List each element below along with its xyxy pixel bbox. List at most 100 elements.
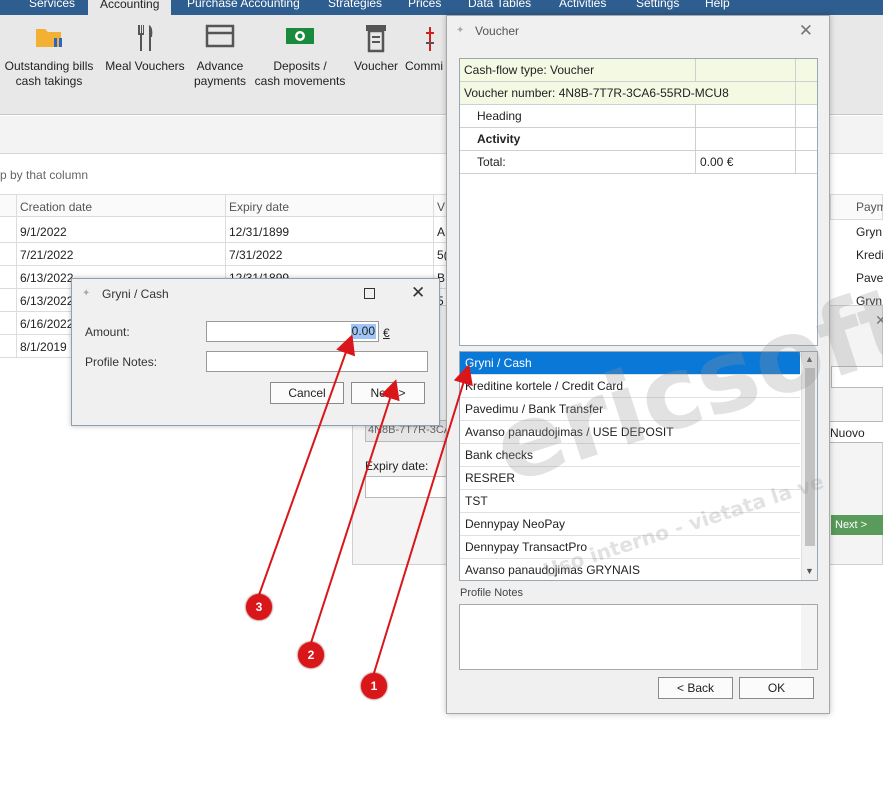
payment-method-list[interactable]: Gryni / Cash Kreditine kortele / Credit … — [459, 351, 818, 581]
list-item[interactable]: Dennypay NeoPay — [460, 513, 800, 536]
column-header-payment[interactable]: Paym — [856, 200, 883, 214]
commission-button[interactable]: Commi — [405, 23, 446, 74]
folder-icon — [0, 23, 98, 53]
voucher-window: ✦ Voucher ✕ Cash-flow type: Voucher Vouc… — [446, 15, 830, 714]
cell-creation-date: 6/13/2022 — [20, 294, 74, 308]
table-row: Total: 0.00 € — [460, 151, 817, 174]
list-item[interactable]: Dennypay TransactPro — [460, 536, 800, 559]
banknote-icon — [253, 23, 347, 53]
step-badge: 2 — [298, 642, 324, 668]
table-row: Cash-flow type: Voucher — [460, 59, 817, 82]
maximize-icon[interactable] — [364, 288, 375, 299]
cell-creation-date: 6/16/2022 — [20, 317, 74, 331]
wallet-icon — [192, 23, 248, 53]
cash-amount-dialog: ✦ Gryni / Cash ✕ Amount: 0.00 € Profile … — [71, 278, 440, 426]
list-item[interactable]: Pavedimu / Bank Transfer — [460, 398, 800, 421]
table-row: Heading — [460, 105, 817, 128]
status-field[interactable]: Nuovo — [823, 421, 883, 443]
ribbon-label: Meal Vouchers — [105, 59, 185, 73]
list-item[interactable]: Avanso panaudojimas / USE DEPOSIT — [460, 421, 800, 444]
menu-purchase-accounting[interactable]: Purchase Accounting — [187, 0, 300, 10]
ribbon-label: Advance — [196, 59, 244, 73]
list-item[interactable]: Gryni / Cash — [460, 352, 800, 375]
ribbon-label: Voucher — [353, 59, 399, 73]
cell-v: A — [437, 225, 446, 239]
menu-strategies[interactable]: Strategies — [328, 0, 382, 10]
cell-creation-date: 6/13/2022 — [20, 271, 74, 285]
table-row[interactable]: 9/1/2022 12/31/1899 A — [0, 220, 446, 243]
commission-icon — [405, 23, 446, 53]
cell-creation-date: 8/1/2019 — [20, 340, 67, 354]
total-label: Total: — [477, 155, 506, 169]
expiry-date-label: Expiry date: — [365, 459, 429, 473]
group-by-hint: p by that column — [0, 168, 89, 182]
amount-input[interactable]: 0.00 — [206, 321, 379, 342]
cancel-button[interactable]: Cancel — [270, 382, 344, 404]
grid-divider — [16, 194, 17, 358]
menu-settings[interactable]: Settings — [636, 0, 679, 10]
activity-label: Activity — [477, 132, 521, 146]
column-header-v[interactable]: V — [437, 200, 445, 214]
chevron-down-icon[interactable]: ▼ — [805, 566, 814, 576]
profile-notes-label: Profile Notes — [460, 587, 523, 599]
amount-value: 0.00 — [350, 324, 376, 339]
list-scrollbar[interactable]: ▲ ▼ — [801, 352, 817, 580]
cell-creation-date: 7/21/2022 — [20, 248, 74, 262]
profile-notes-label: Profile Notes: — [85, 355, 158, 369]
next-button[interactable]: Next > — [351, 382, 425, 404]
deposits-button[interactable]: Deposits / cash movements — [253, 23, 347, 89]
ribbon-label: Deposits / — [273, 59, 327, 73]
list-item[interactable]: Avanso panaudojimas GRYNAIS — [460, 559, 800, 580]
advance-payments-button[interactable]: Advance payments — [192, 23, 248, 89]
menu-help[interactable]: Help — [705, 0, 730, 10]
voucher-number: Voucher number: 4N8B-7T7R-3CA6-55RD-MCU8 — [464, 86, 729, 100]
column-header-creation-date[interactable]: Creation date — [20, 200, 92, 214]
expiry-date-field[interactable] — [365, 476, 447, 498]
profile-notes-input[interactable] — [206, 351, 428, 372]
ribbon-label: cash takings — [15, 74, 83, 88]
profile-notes-textarea[interactable] — [459, 604, 818, 670]
heading-label: Heading — [477, 109, 522, 123]
table-row: Activity — [460, 128, 817, 151]
table-row[interactable]: 7/21/2022 7/31/2022 5( — [0, 243, 448, 266]
menu-accounting[interactable]: Accounting — [88, 0, 172, 15]
list-item[interactable]: Bank checks — [460, 444, 800, 467]
step-badge: 1 — [361, 673, 387, 699]
menu-prices[interactable]: Prices — [408, 0, 441, 10]
close-icon[interactable]: ✕ — [875, 312, 883, 329]
ribbon-label: cash movements — [254, 74, 346, 88]
voucher-summary-table: Cash-flow type: Voucher Voucher number: … — [459, 58, 818, 346]
list-item[interactable]: RESRER — [460, 467, 800, 490]
cell-payment: Pave — [856, 271, 883, 285]
list-item[interactable]: TST — [460, 490, 800, 513]
menu-services[interactable]: Services — [29, 0, 75, 10]
window-title: Voucher — [475, 24, 520, 38]
back-button[interactable]: < Back — [658, 677, 733, 699]
scrollbar-thumb[interactable] — [805, 368, 815, 546]
meal-vouchers-button[interactable]: Meal Vouchers — [101, 23, 189, 74]
chevron-up-icon[interactable]: ▲ — [805, 354, 814, 364]
ribbon-label: Commi — [405, 59, 443, 73]
total-value: 0.00 € — [700, 155, 734, 169]
fork-knife-icon — [101, 23, 189, 53]
table-row: Voucher number: 4N8B-7T7R-3CA6-55RD-MCU8 — [460, 82, 817, 105]
menu-data-tables[interactable]: Data Tables — [468, 0, 531, 10]
cell-payment: Kredi — [856, 248, 883, 262]
next-button[interactable]: Next > — [831, 515, 883, 535]
voucher-ribbon-button[interactable]: Voucher — [350, 23, 402, 74]
outstanding-bills-button[interactable]: Outstanding bills cash takings — [0, 23, 98, 89]
grid-header: Creation date Expiry date V — [0, 194, 446, 217]
close-icon[interactable]: ✕ — [799, 21, 813, 41]
cell-creation-date: 9/1/2022 — [20, 225, 67, 239]
cash-flow-type: Cash-flow type: Voucher — [464, 63, 595, 77]
voucher-icon — [350, 23, 402, 53]
list-item[interactable]: Kreditine kortele / Credit Card — [460, 375, 800, 398]
ok-button[interactable]: OK — [739, 677, 814, 699]
column-header-expiry-date[interactable]: Expiry date — [229, 200, 289, 214]
close-icon[interactable]: ✕ — [411, 283, 425, 303]
textarea-scrollbar[interactable] — [801, 605, 817, 669]
app-icon: ✦ — [82, 288, 91, 299]
cell-expiry-date: 7/31/2022 — [229, 248, 283, 262]
amount-label: Amount: — [85, 325, 130, 339]
menu-activities[interactable]: Activities — [559, 0, 606, 10]
